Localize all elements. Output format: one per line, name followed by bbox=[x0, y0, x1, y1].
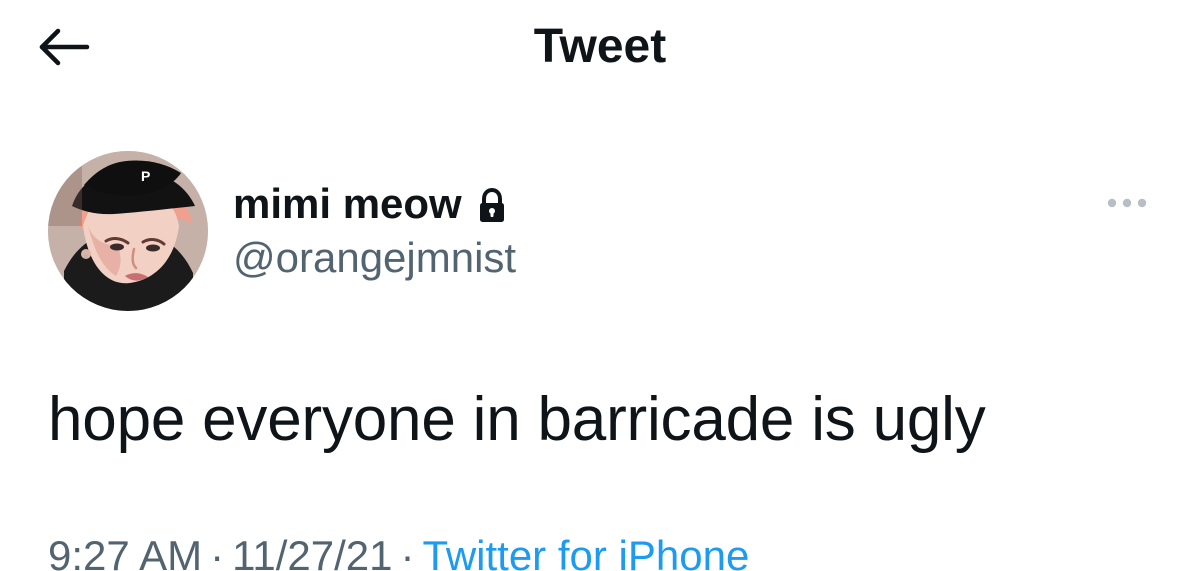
tweet-detail-screen: Tweet P mimi meow @orangejmnist hope eve… bbox=[0, 0, 1200, 571]
page-title: Tweet bbox=[533, 20, 667, 73]
svg-text:P: P bbox=[141, 168, 150, 184]
tweet-date: 11/27/21 bbox=[232, 532, 393, 571]
tweet-time: 9:27 AM bbox=[48, 532, 203, 571]
more-options-button[interactable] bbox=[1096, 186, 1158, 220]
tweet-source-link[interactable]: Twitter for iPhone bbox=[422, 526, 749, 571]
tweet-meta: 9:27 AM · 11/27/21 · Twitter for iPhone bbox=[48, 526, 749, 571]
display-name: mimi meow bbox=[233, 180, 462, 227]
tweet-text: hope everyone in barricade is ugly bbox=[48, 385, 986, 454]
author-name-row[interactable]: mimi meow bbox=[233, 178, 512, 230]
lock-icon bbox=[479, 187, 504, 222]
username[interactable]: @orangejmnist bbox=[233, 233, 516, 283]
meta-separator: · bbox=[400, 532, 415, 571]
more-horizontal-icon bbox=[1107, 198, 1147, 208]
avatar[interactable]: P bbox=[48, 151, 208, 311]
meta-separator: · bbox=[210, 532, 225, 571]
profile-photo: P bbox=[48, 151, 208, 311]
